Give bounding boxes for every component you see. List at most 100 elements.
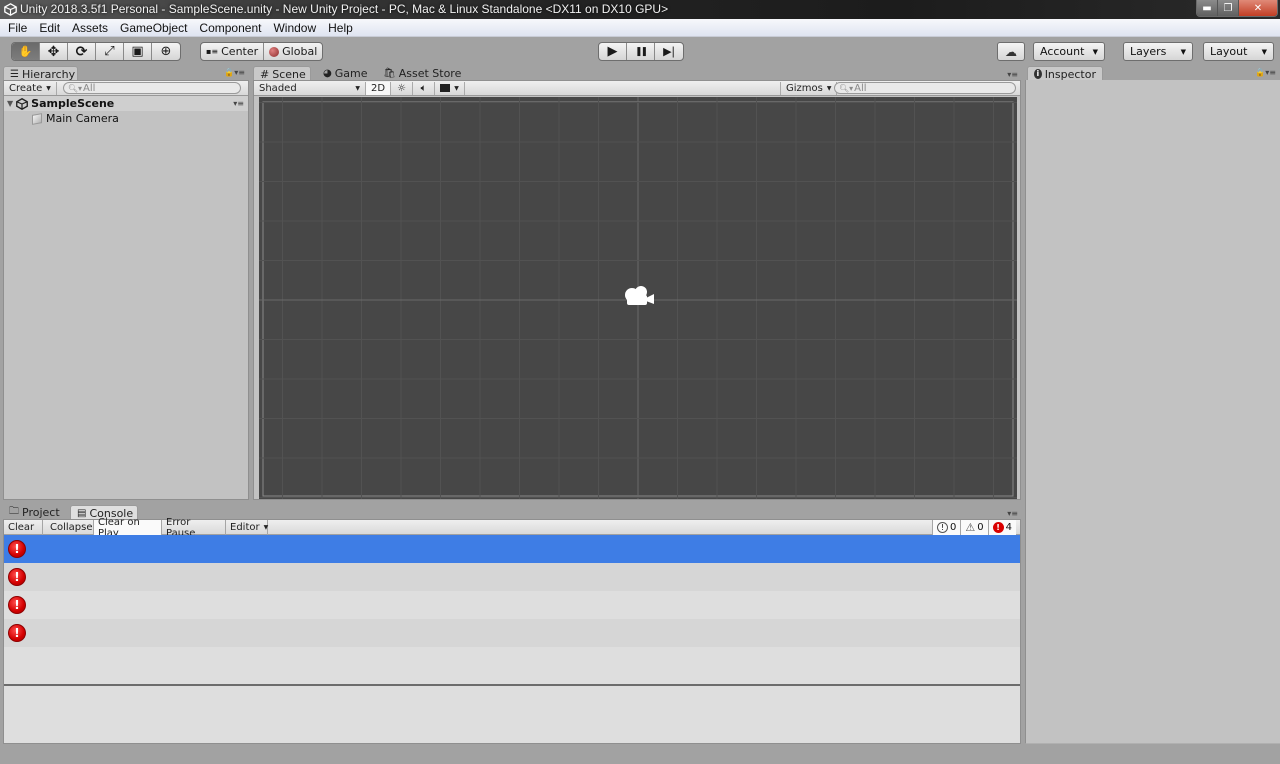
info-count-toggle[interactable]: ! 0 bbox=[932, 520, 961, 535]
tab-hierarchy[interactable]: ☰ Hierarchy bbox=[3, 66, 78, 81]
console-icon: ▤ bbox=[77, 507, 87, 519]
cloud-icon: ☁ bbox=[1005, 44, 1017, 59]
transform-tool-button[interactable]: ⊕ bbox=[152, 43, 180, 60]
tab-scene[interactable]: # Scene bbox=[253, 66, 311, 81]
panel-menu-icon[interactable]: ▾≡ bbox=[1007, 70, 1018, 79]
scene-tabbar: # Scene ◕ Game 🛍︎ Asset Store ▾≡ bbox=[253, 65, 1021, 81]
menu-help[interactable]: Help bbox=[322, 21, 359, 35]
pause-button[interactable]: ❚❚ bbox=[627, 43, 655, 60]
step-button[interactable]: ▶❘ bbox=[655, 43, 683, 60]
close-button[interactable]: ✕ bbox=[1239, 0, 1277, 16]
info-bubble-icon: ! bbox=[937, 522, 948, 533]
error-pause-toggle[interactable]: Error Pause bbox=[162, 517, 226, 539]
image-icon bbox=[440, 84, 451, 92]
globe-icon bbox=[269, 46, 280, 57]
log-entry[interactable]: ! bbox=[4, 619, 1020, 647]
scale-tool-button[interactable]: ⤢ bbox=[96, 43, 124, 60]
window-controls: ▬ ❐ ✕ bbox=[1196, 0, 1278, 17]
menu-gameobject[interactable]: GameObject bbox=[114, 21, 193, 35]
move-arrows-icon: ✥ bbox=[47, 43, 60, 60]
tab-hierarchy-label: Hierarchy bbox=[21, 67, 76, 81]
menu-assets[interactable]: Assets bbox=[66, 21, 114, 35]
account-label: Account bbox=[1040, 45, 1085, 58]
audio-toggle[interactable]: 🔈︎ bbox=[413, 81, 436, 95]
tab-inspector[interactable]: i Inspector bbox=[1027, 66, 1103, 81]
transform-icon: ⊕ bbox=[160, 44, 172, 59]
clear-button[interactable]: Clear bbox=[4, 520, 43, 535]
hierarchy-panel: Create ▼ 🔍︎▾ All ▼ SampleScene ▾≡ Main C… bbox=[3, 80, 249, 500]
rect-tool-button[interactable]: ▣ bbox=[124, 43, 152, 60]
tab-project[interactable]: 🗀 Project bbox=[3, 505, 66, 520]
grid-icon: # bbox=[260, 67, 270, 81]
play-button[interactable]: ▶ bbox=[599, 43, 627, 60]
shading-mode-dropdown[interactable]: Shaded ▼ bbox=[254, 81, 366, 95]
layout-dropdown[interactable]: Layout ▼ bbox=[1203, 42, 1274, 61]
log-entry[interactable]: ! bbox=[4, 535, 1020, 563]
menu-edit[interactable]: Edit bbox=[33, 21, 66, 35]
layers-dropdown[interactable]: Layers ▼ bbox=[1123, 42, 1193, 61]
log-entry[interactable]: ! bbox=[4, 563, 1020, 591]
tab-game-label: Game bbox=[334, 67, 368, 80]
tab-game[interactable]: ◕ Game bbox=[317, 66, 373, 81]
menu-window[interactable]: Window bbox=[267, 21, 322, 35]
unity-scene-icon bbox=[16, 97, 29, 110]
rotate-tool-button[interactable]: ⟳ bbox=[68, 43, 96, 60]
tab-asset-store[interactable]: 🛍︎ Asset Store bbox=[377, 66, 467, 81]
scene-menu-icon[interactable]: ▾≡ bbox=[233, 99, 244, 108]
inspector-tabbar: i Inspector 🔒▾≡ bbox=[1025, 65, 1280, 81]
restore-button[interactable]: ❐ bbox=[1218, 0, 1239, 16]
scene-root-row[interactable]: ▼ SampleScene ▾≡ bbox=[4, 96, 248, 111]
2d-toggle[interactable]: 2D bbox=[366, 81, 392, 95]
search-placeholder: All bbox=[854, 82, 867, 94]
pivot-mode-button[interactable]: ▪≡ Center bbox=[201, 43, 265, 60]
gizmos-dropdown[interactable]: Gizmos ▼ bbox=[780, 81, 838, 95]
panel-menu-icon: ▾≡ bbox=[1265, 68, 1276, 77]
panel-lock-menu[interactable]: 🔒▾≡ bbox=[1255, 68, 1276, 77]
console-panel: Clear Collapse Clear on Play Error Pause… bbox=[3, 517, 1021, 744]
warning-count-toggle[interactable]: ⚠ 0 bbox=[960, 520, 988, 535]
minimize-button[interactable]: ▬ bbox=[1197, 0, 1218, 16]
effects-dropdown[interactable]: ▼ bbox=[435, 81, 466, 95]
play-icon: ▶ bbox=[607, 44, 618, 59]
hierarchy-item[interactable]: Main Camera bbox=[4, 111, 248, 126]
expand-triangle-icon[interactable]: ▼ bbox=[7, 99, 13, 108]
collab-cloud-button[interactable]: ☁ bbox=[997, 42, 1025, 61]
list-icon: ☰ bbox=[10, 68, 19, 80]
scene-viewport[interactable] bbox=[259, 97, 1017, 499]
log-entry[interactable]: ! bbox=[4, 591, 1020, 619]
hierarchy-search-input[interactable]: 🔍︎▾ All bbox=[62, 82, 241, 94]
panel-lock-menu[interactable]: 🔒▾≡ bbox=[224, 68, 245, 77]
menu-component[interactable]: Component bbox=[193, 21, 267, 35]
scale-icon: ⤢ bbox=[104, 44, 115, 59]
shopping-bag-icon: 🛍︎ bbox=[383, 68, 396, 79]
unity-logo-icon bbox=[4, 3, 17, 16]
pause-icon: ❚❚ bbox=[634, 46, 648, 57]
collapse-label: Collapse bbox=[50, 522, 93, 533]
warning-icon: ⚠ bbox=[965, 521, 976, 534]
speaker-icon: 🔈︎ bbox=[420, 82, 427, 94]
lighting-toggle[interactable]: ☼ bbox=[391, 81, 414, 95]
menu-file[interactable]: File bbox=[2, 21, 33, 35]
camera-gizmo-icon[interactable] bbox=[621, 283, 657, 309]
pivot-rotation-button[interactable]: Global bbox=[264, 43, 322, 60]
tab-inspector-label: Inspector bbox=[1044, 67, 1096, 81]
log-counts: ! 0 ⚠ 0 ! 4 bbox=[932, 520, 1016, 535]
pivot-controls: ▪≡ Center Global bbox=[200, 42, 324, 61]
tab-asset-store-label: Asset Store bbox=[398, 67, 462, 80]
account-dropdown[interactable]: Account ▼ bbox=[1033, 42, 1105, 61]
gameobject-cube-icon bbox=[32, 112, 42, 125]
clear-on-play-toggle[interactable]: Clear on Play bbox=[94, 517, 162, 539]
transform-tools: ✋ ✥ ⟳ ⤢ ▣ ⊕ bbox=[11, 42, 181, 61]
search-icon: 🔍︎▾ bbox=[67, 83, 83, 93]
chevron-down-icon: ▼ bbox=[826, 84, 832, 92]
error-count-toggle[interactable]: ! 4 bbox=[987, 520, 1016, 535]
scene-search-input[interactable]: 🔍︎▾ All bbox=[834, 82, 1016, 94]
scene-view-toolbar: Shaded ▼ 2D ☼ 🔈︎ ▼ Gizmos ▼ 🔍︎▾ All bbox=[254, 81, 1020, 96]
collapse-toggle[interactable]: Collapse bbox=[46, 520, 94, 535]
hand-tool-button[interactable]: ✋ bbox=[12, 43, 40, 60]
panel-menu-icon[interactable]: ▾≡ bbox=[1007, 509, 1018, 518]
chevron-down-icon: ▼ bbox=[1092, 47, 1098, 56]
editor-dropdown[interactable]: Editor ▼ bbox=[226, 520, 268, 535]
move-tool-button[interactable]: ✥ bbox=[40, 43, 68, 60]
create-dropdown[interactable]: Create ▼ bbox=[4, 81, 57, 95]
